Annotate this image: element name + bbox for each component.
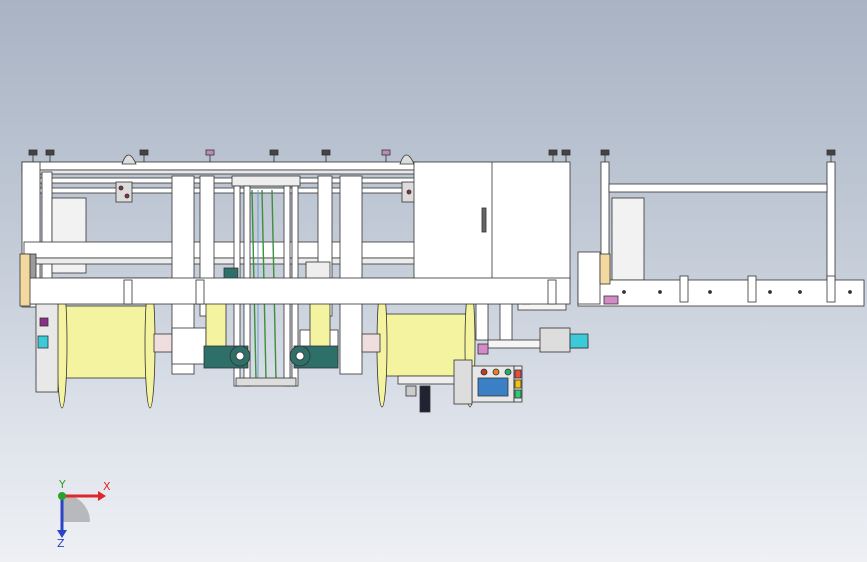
electrical-cabinet bbox=[413, 161, 571, 341]
x-axis-label: X bbox=[103, 480, 111, 493]
levelling-feet bbox=[28, 149, 836, 162]
y-axis-label: Y bbox=[58, 478, 66, 491]
z-axis-label: Z bbox=[57, 537, 65, 548]
coordinate-triad: X Y Z bbox=[57, 478, 111, 548]
cad-viewport[interactable]: X Y Z bbox=[0, 0, 867, 562]
right-frame bbox=[577, 161, 865, 307]
transfer-conveyor bbox=[477, 327, 589, 355]
machine-assembly-model[interactable] bbox=[0, 0, 867, 562]
triad-plane-icon bbox=[62, 494, 90, 522]
y-axis-arrow-icon bbox=[58, 492, 66, 500]
control-panel bbox=[453, 359, 523, 405]
